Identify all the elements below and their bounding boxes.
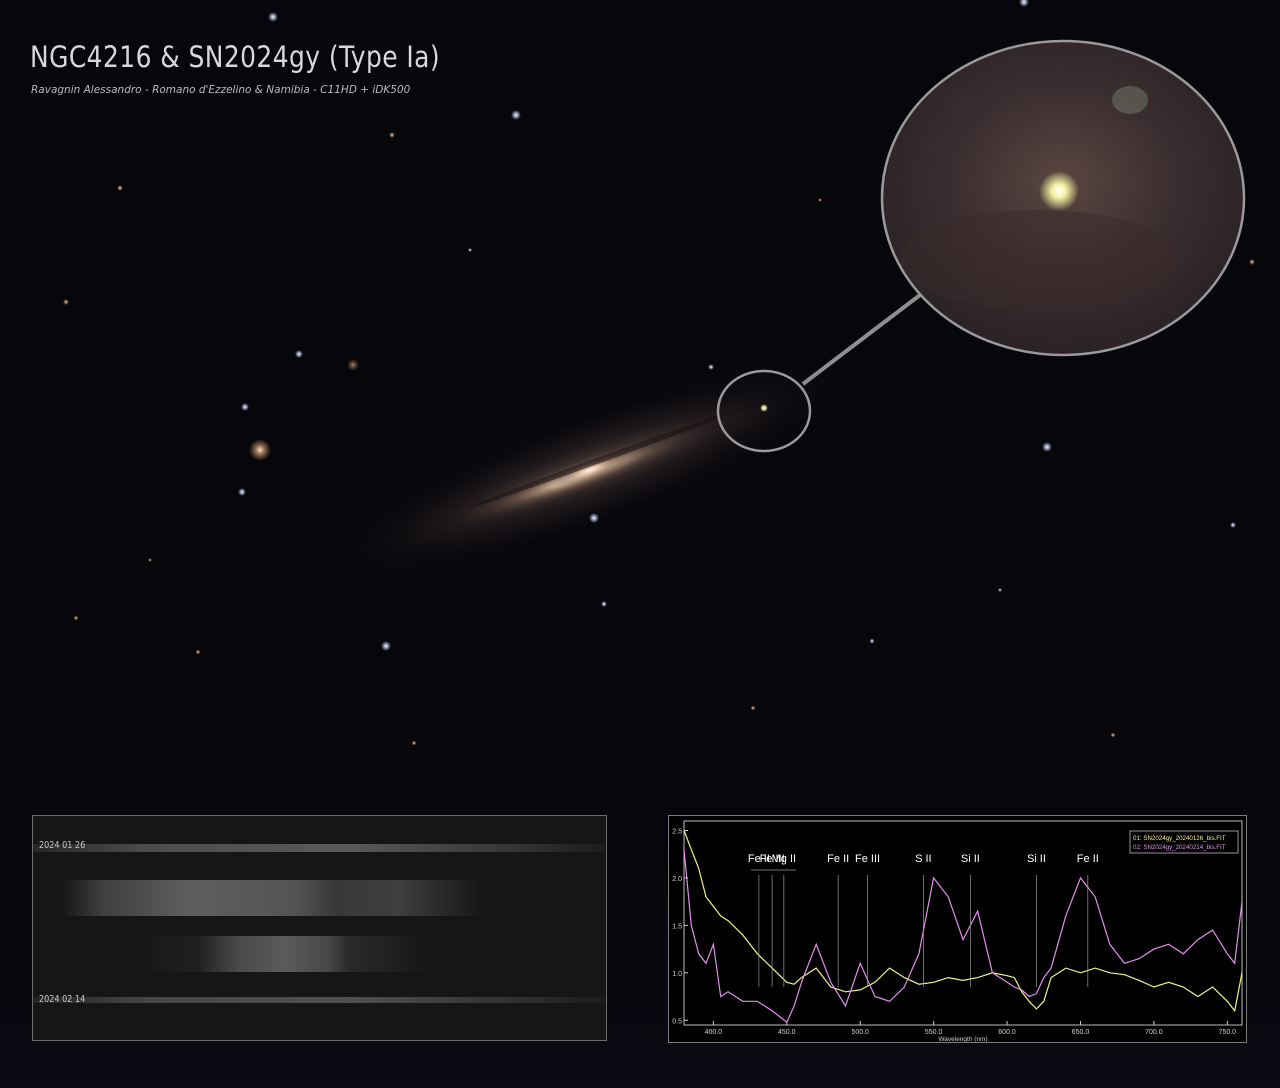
supernova-point xyxy=(760,404,768,412)
x-axis-label: Wavelength (nm) xyxy=(938,1036,987,1042)
x-tick-label: 400.0 xyxy=(705,1029,723,1036)
spectrum-chart: 0.5 1.0 1.5 2.0 2.5 400.0 450.0 500.0 550.0 600.0… xyxy=(668,817,1245,1042)
y-tick-label: 2.5 xyxy=(672,828,682,835)
spectra-strip-image xyxy=(33,844,606,1003)
image-credits: Ravagnin Alessandro - Romano d'Ezzelino … xyxy=(31,84,411,96)
legend-entry: 02: SN2024gy_20240214_bis.FIT xyxy=(1133,844,1226,851)
supernova-zoom-point xyxy=(1039,171,1079,211)
x-tick-label: 650.0 xyxy=(1072,1029,1090,1036)
line-id-label: Mg II xyxy=(772,853,796,865)
line-id-label: Fe III xyxy=(855,853,880,865)
x-tick-label: 500.0 xyxy=(851,1029,869,1036)
line-id-label: Si II xyxy=(961,853,980,865)
y-tick-label: 0.5 xyxy=(672,1018,682,1025)
zoom-inset xyxy=(880,39,1246,357)
x-tick-label: 700.0 xyxy=(1145,1029,1163,1036)
strip-label-date-2: 2024 02 14 xyxy=(39,994,86,1005)
x-tick-label: 550.0 xyxy=(925,1029,943,1036)
spectra-strip-panel: 2024 01 26 2024 02 14 xyxy=(32,815,607,1041)
x-tick-label: 750.0 xyxy=(1219,1029,1237,1036)
x-tick-label: 450.0 xyxy=(778,1029,796,1036)
y-tick-label: 2.0 xyxy=(672,876,682,883)
y-tick-label: 1.0 xyxy=(672,971,682,978)
image-title: NGC4216 & SN2024gy (Type Ia) xyxy=(30,40,441,74)
line-id-label: Fe II xyxy=(827,853,849,865)
line-id-label: Fe II xyxy=(1077,853,1099,865)
strip-label-date-1: 2024 01 26 xyxy=(39,840,86,851)
spectrum-svg: 0.5 1.0 1.5 2.0 2.5 400.0 450.0 500.0 550.0 600.0… xyxy=(672,820,1243,1042)
line-id-label: Si II xyxy=(1027,853,1046,865)
x-tick-label: 600.0 xyxy=(998,1029,1016,1036)
line-id-label: S II xyxy=(915,853,932,865)
y-tick-label: 1.5 xyxy=(672,923,682,930)
legend-entry: 01: SN2024gy_20240126_bis.FIT xyxy=(1133,835,1226,842)
